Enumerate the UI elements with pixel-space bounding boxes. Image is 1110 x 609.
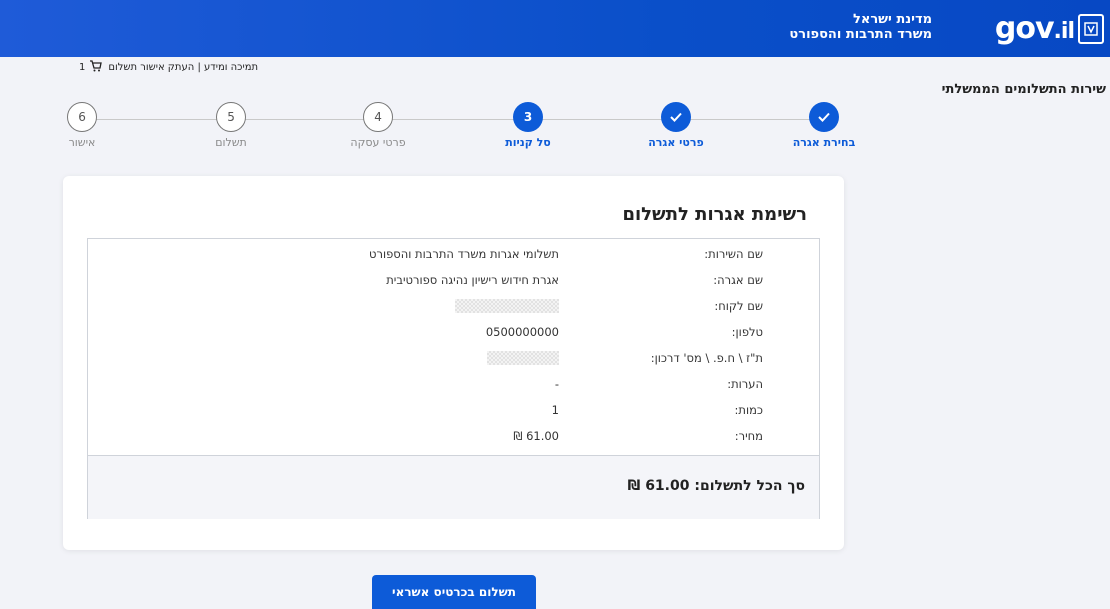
detail-row: ת"ז \ ח.פ. \ מס' דרכון: [88,347,819,371]
detail-row: הערות: - [88,373,819,397]
detail-value: 0500000000 [485,325,559,339]
redacted-value [487,351,559,365]
step-5: 5 תשלום [181,102,281,149]
step-2: פרטי אגרה [626,102,726,149]
support-bar: תמיכה ומידע | העתק אישור תשלום 1 [79,60,258,75]
service-title: שירות התשלומים הממשלתי [941,82,1106,97]
total-bar: סך הכל לתשלום: 61.00 ₪ [88,455,819,519]
detail-label: טלפון: [731,325,763,339]
cart[interactable]: 1 [79,60,103,75]
step-number: 6 [67,102,97,132]
step-6: 6 אישור [32,102,132,149]
detail-label: מחיר: [734,429,763,443]
detail-value: 61.00 ₪ [513,429,559,443]
cart-count: 1 [79,62,86,73]
detail-value: - [554,377,559,391]
card-title: רשימת אגרות לתשלום [622,204,807,225]
step-label: פרטי אגרה [648,136,704,149]
step-1: בחירת אגרה [774,102,874,149]
step-label: סל קניות [505,136,551,149]
pay-by-credit-card-button[interactable]: תשלום בכרטיס אשראי [372,575,536,609]
step-label: תשלום [215,136,247,149]
payment-card: רשימת אגרות לתשלום שם השירות: תשלומי אגר… [63,176,844,550]
support-links[interactable]: תמיכה ומידע | העתק אישור תשלום [108,62,258,73]
detail-label: ת"ז \ ח.פ. \ מס' דרכון: [650,351,763,365]
detail-label: הערות: [727,377,763,391]
ministry-title: משרד התרבות והספורט [789,27,932,42]
step-number: 3 [513,102,543,132]
customer-name-masked [455,299,559,316]
detail-label: שם השירות: [704,247,763,261]
fee-details: שם השירות: תשלומי אגרות משרד התרבות והספ… [87,238,820,519]
detail-value: תשלומי אגרות משרד התרבות והספורט [369,247,559,261]
cart-icon[interactable] [89,60,103,75]
gov-il-logo[interactable]: gov.il [995,8,1104,50]
step-label: אישור [68,136,96,149]
step-3: 3 סל קניות [478,102,578,149]
step-check-icon [661,102,691,132]
logo-text: gov [994,11,1055,46]
top-header: gov.il מדינת ישראל משרד התרבות והספורט [0,0,1110,57]
redacted-value [455,299,559,313]
detail-row: שם השירות: תשלומי אגרות משרד התרבות והספ… [88,243,819,267]
detail-row: טלפון: 0500000000 [88,321,819,345]
step-number: 5 [216,102,246,132]
ministry-name: מדינת ישראל משרד התרבות והספורט [789,12,932,42]
state-emblem-icon [1078,14,1104,44]
total-amount: סך הכל לתשלום: 61.00 ₪ [627,478,805,494]
detail-row: שם לקוח: [88,295,819,319]
step-number: 4 [363,102,393,132]
detail-label: כמות: [734,403,763,417]
logo-suffix: .il [1053,19,1075,44]
detail-row: מחיר: 61.00 ₪ [88,425,819,449]
detail-label: שם לקוח: [714,299,763,313]
detail-label: שם אגרה: [713,273,763,287]
step-label: פרטי עסקה [350,136,406,149]
detail-row: שם אגרה: אגרת חידוש רישיון נהיגה ספורטיב… [88,269,819,293]
progress-steps: בחירת אגרה פרטי אגרה 3 סל קניות 4 פרטי ע… [0,102,1110,152]
state-name: מדינת ישראל [852,12,932,27]
id-number-masked [487,351,559,368]
detail-row: כמות: 1 [88,399,819,423]
detail-value: 1 [551,403,559,417]
detail-value: אגרת חידוש רישיון נהיגה ספורטיבית [386,273,559,287]
step-check-icon [809,102,839,132]
step-label: בחירת אגרה [792,136,856,149]
step-4: 4 פרטי עסקה [328,102,428,149]
